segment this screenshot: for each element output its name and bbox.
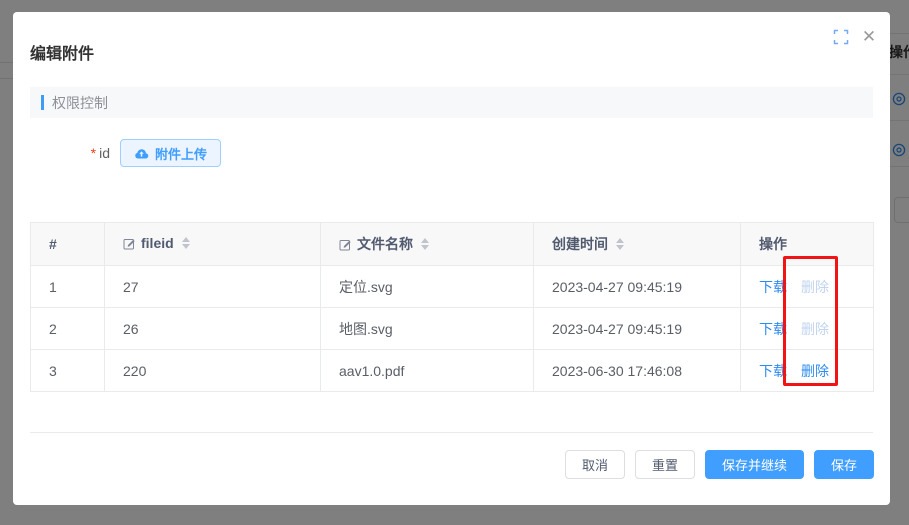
table-row: 1 27 定位.svg 2023-04-27 09:45:19 下载删除 [31,266,874,308]
cell-fileid: 220 [105,350,321,392]
save-button[interactable]: 保存 [814,450,874,479]
section-accent-bar [41,95,44,110]
column-header-created[interactable]: 创建时间 [534,223,741,266]
cloud-upload-icon [134,146,149,161]
table-row: 2 26 地图.svg 2023-04-27 09:45:19 下载删除 [31,308,874,350]
column-header-fileid[interactable]: fileid [105,223,321,266]
cell-actions: 下载删除 [741,266,874,308]
download-link[interactable]: 下载 [759,279,787,295]
id-field-label: *id [13,145,110,161]
close-icon[interactable]: ✕ [859,27,879,47]
cell-actions: 下载删除 [741,308,874,350]
column-header-filename[interactable]: 文件名称 [321,223,534,266]
table-header-row: # fileid 文件名称 [31,223,874,266]
footer-divider [30,432,873,433]
download-link[interactable]: 下载 [759,363,787,379]
edit-attachment-modal: 编辑附件 ✕ 权限控制 *id 附件上传 # [13,12,890,505]
cell-created: 2023-04-27 09:45:19 [534,308,741,350]
sort-icon[interactable] [616,238,624,250]
id-form-row: *id 附件上传 [13,139,221,167]
modal-footer: 取消 重置 保存并继续 保存 [30,450,874,479]
cell-index: 2 [31,308,105,350]
required-asterisk: * [91,145,96,161]
modal-title: 编辑附件 [30,40,94,64]
cell-created: 2023-04-27 09:45:19 [534,266,741,308]
cell-filename: 定位.svg [321,266,534,308]
cell-index: 3 [31,350,105,392]
sort-icon[interactable] [182,237,190,249]
delete-link: 删除 [801,321,829,337]
edit-column-icon[interactable] [123,237,136,250]
fullscreen-icon[interactable] [833,29,851,47]
cancel-button[interactable]: 取消 [565,450,625,479]
table-row: 3 220 aav1.0.pdf 2023-06-30 17:46:08 下载删… [31,350,874,392]
download-link[interactable]: 下载 [759,321,787,337]
sort-icon[interactable] [421,238,429,250]
column-header-index: # [31,223,105,266]
cell-created: 2023-06-30 17:46:08 [534,350,741,392]
delete-link[interactable]: 删除 [801,363,829,379]
cell-actions: 下载删除 [741,350,874,392]
cell-filename: aav1.0.pdf [321,350,534,392]
delete-link: 删除 [801,279,829,295]
section-permission-control: 权限控制 [30,87,873,118]
cell-index: 1 [31,266,105,308]
cell-filename: 地图.svg [321,308,534,350]
upload-button-label: 附件上传 [155,144,207,163]
edit-column-icon[interactable] [339,238,352,251]
column-header-actions: 操作 [741,223,874,266]
attachment-upload-button[interactable]: 附件上传 [120,139,221,167]
attachments-table: # fileid 文件名称 [30,222,874,392]
cell-fileid: 26 [105,308,321,350]
save-and-continue-button[interactable]: 保存并继续 [705,450,804,479]
screen: 操作 编辑附件 ✕ 权限控制 *id 附件上传 [0,0,909,525]
section-title: 权限控制 [52,93,108,113]
cell-fileid: 27 [105,266,321,308]
reset-button[interactable]: 重置 [635,450,695,479]
